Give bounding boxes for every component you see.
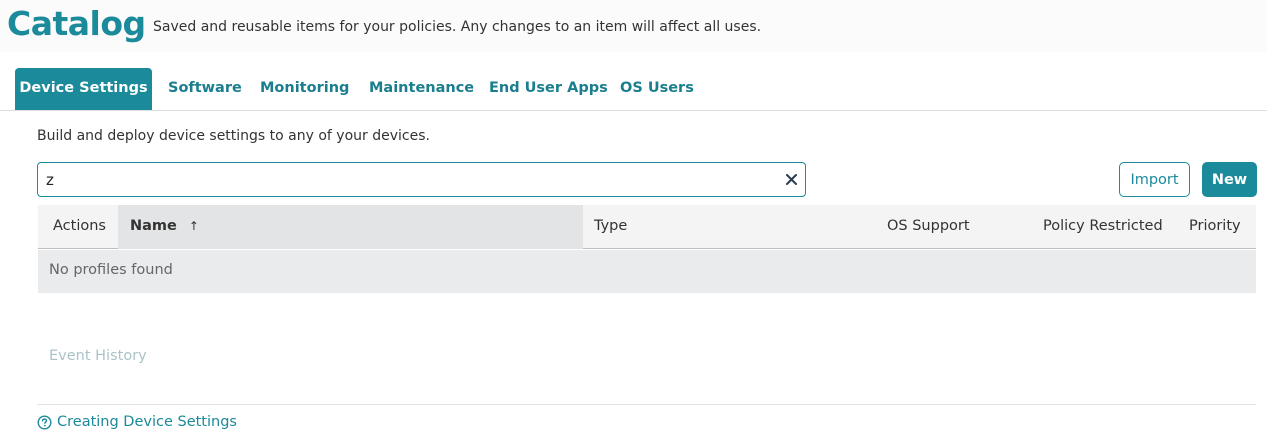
column-os-support[interactable]: OS Support bbox=[887, 205, 970, 249]
empty-state-text: No profiles found bbox=[49, 262, 173, 278]
column-actions: Actions bbox=[53, 218, 106, 234]
tab-bar: Device Settings Software Monitoring Main… bbox=[0, 68, 1267, 111]
tab-software[interactable]: Software bbox=[168, 68, 242, 110]
help-link-label: Creating Device Settings bbox=[57, 414, 237, 430]
tab-device-settings[interactable]: Device Settings bbox=[15, 68, 152, 110]
new-button[interactable]: New bbox=[1202, 162, 1257, 197]
column-type[interactable]: Type bbox=[594, 205, 627, 249]
import-button[interactable]: Import bbox=[1119, 162, 1190, 197]
help-link[interactable]: Creating Device Settings bbox=[37, 414, 237, 430]
column-priority[interactable]: Priority bbox=[1189, 205, 1241, 249]
page-title: Catalog bbox=[7, 4, 146, 43]
table-header: Actions Name ↑ Type OS Support Policy Res… bbox=[38, 205, 1256, 249]
search-box bbox=[37, 162, 806, 197]
divider bbox=[37, 404, 1256, 405]
page-header: Catalog Saved and reusable items for you… bbox=[0, 0, 1267, 52]
tab-end-user-apps[interactable]: End User Apps bbox=[489, 68, 608, 110]
column-name[interactable]: Name ↑ bbox=[118, 205, 583, 249]
tab-maintenance[interactable]: Maintenance bbox=[369, 68, 474, 110]
column-name-label: Name bbox=[130, 218, 177, 234]
search-input[interactable] bbox=[46, 169, 766, 191]
sort-ascending-icon: ↑ bbox=[188, 219, 199, 233]
section-description: Build and deploy device settings to any … bbox=[37, 128, 430, 144]
page-subtitle: Saved and reusable items for your polici… bbox=[153, 19, 762, 35]
table-empty-row: No profiles found bbox=[38, 250, 1256, 293]
tab-monitoring[interactable]: Monitoring bbox=[260, 68, 349, 110]
question-circle-icon bbox=[37, 415, 52, 429]
tab-os-users[interactable]: OS Users bbox=[620, 68, 694, 110]
close-icon[interactable] bbox=[782, 170, 800, 188]
event-history-link: Event History bbox=[49, 348, 147, 364]
column-policy-restricted[interactable]: Policy Restricted bbox=[1043, 205, 1163, 249]
